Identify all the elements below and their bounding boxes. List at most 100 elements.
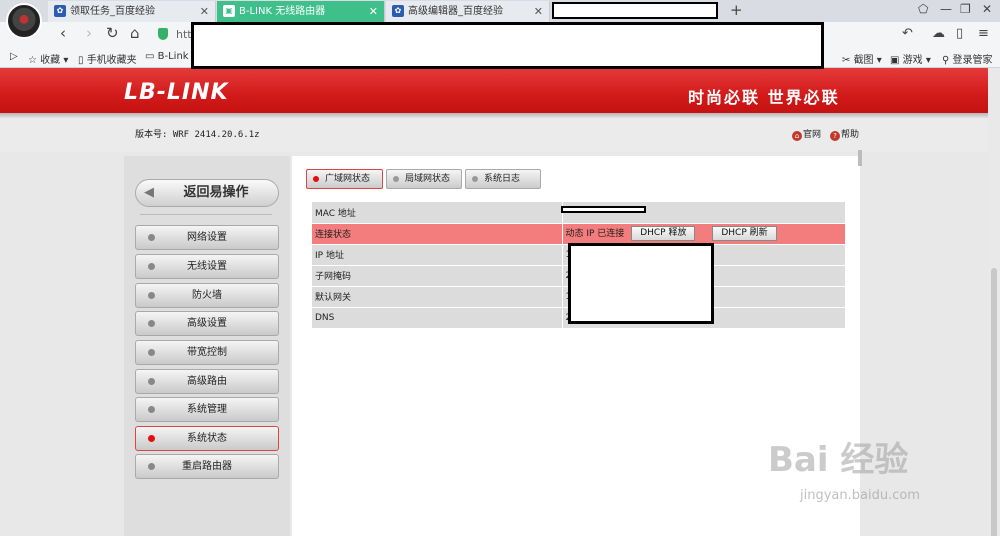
sidebar-item-label: 系统管理 — [187, 404, 227, 415]
sidebar-item-routing[interactable]: 高级路由 — [135, 369, 279, 394]
tab-lan-status[interactable]: 局域网状态 — [386, 169, 462, 189]
table-row: 连接状态 动态 IP 已连接 DHCP 释放 DHCP 刷新 — [312, 223, 845, 245]
tab-blink-router[interactable]: ▣ B-LINK 无线路由器 ✕ — [217, 1, 385, 22]
row-label: 子网掩码 — [312, 265, 563, 287]
bookmark-label: 手机收藏夹 — [86, 55, 137, 66]
bullet-icon — [148, 292, 155, 299]
security-shield-icon — [158, 28, 168, 40]
dhcp-release-button[interactable]: DHCP 释放 — [631, 226, 696, 241]
bookmark-favorites[interactable]: ☆ 收藏 ▾ — [28, 51, 68, 66]
row-label: 连接状态 — [312, 223, 563, 245]
bullet-icon — [148, 320, 155, 327]
bullet-icon — [148, 435, 155, 442]
bookmark-label: 截图 — [853, 55, 874, 66]
row-value: 动态 IP 已连接 DHCP 释放 DHCP 刷新 — [562, 223, 845, 245]
bullet-icon — [148, 463, 155, 470]
menu-icon[interactable]: ≡ — [978, 26, 989, 41]
bullet-icon — [148, 378, 155, 385]
tab-advanced-editor[interactable]: ✿ 高级编辑器_百度经验 ✕ — [386, 1, 550, 22]
undo-icon[interactable]: ↶ — [902, 26, 913, 41]
back-to-easy-mode-button[interactable]: ◀ 返回易操作 — [135, 179, 279, 207]
baidu-watermark: Bai 经验 — [768, 440, 909, 480]
minimize-icon[interactable]: — — [940, 2, 952, 16]
redacted-ip-values — [568, 243, 714, 324]
bullet-icon — [472, 176, 478, 182]
sidebar-item-label: 重启路由器 — [182, 461, 232, 472]
close-icon[interactable]: ✕ — [369, 1, 378, 22]
skin-icon[interactable]: ⬠ — [918, 2, 928, 16]
bullet-icon — [313, 176, 319, 182]
sidebar-item-reboot[interactable]: 重启路由器 — [135, 454, 279, 479]
bookmark-label: 游戏 — [902, 55, 923, 66]
tab-label: 高级编辑器_百度经验 — [408, 6, 503, 17]
connection-status-value: 动态 IP 已连接 — [565, 229, 625, 239]
sidebar-item-label: 高级设置 — [187, 318, 227, 329]
bookmark-label: 登录管家 — [952, 55, 993, 66]
help-link[interactable]: ? 帮助 — [830, 127, 859, 141]
bookmark-screenshot[interactable]: ✂ 截图 ▾ — [842, 51, 882, 66]
content-scrollbar[interactable] — [858, 150, 862, 166]
tab-label: 广域网状态 — [325, 174, 371, 184]
bullet-icon — [148, 406, 155, 413]
reload-icon[interactable]: ↻ — [106, 24, 119, 42]
dhcp-renew-button[interactable]: DHCP 刷新 — [712, 226, 777, 241]
avatar[interactable] — [6, 3, 42, 39]
firmware-version: 版本号: WRF 2414.20.6.1z — [135, 130, 260, 140]
redacted-mac — [561, 206, 646, 213]
url-text[interactable]: htt — [176, 28, 192, 41]
tab-label: 领取任务_百度经验 — [70, 6, 155, 17]
forward-icon[interactable]: › — [86, 24, 92, 42]
bookmark-blink[interactable]: ▭ B-Link — [145, 51, 189, 62]
tab-baidu-task[interactable]: ✿ 领取任务_百度经验 ✕ — [48, 1, 216, 22]
tab-system-log[interactable]: 系统日志 — [465, 169, 541, 189]
baidu-paw-icon: ✿ — [392, 5, 404, 17]
page-scrollbar[interactable] — [988, 68, 1000, 536]
sidebar-item-management[interactable]: 系统管理 — [135, 397, 279, 422]
close-icon[interactable]: ✕ — [200, 1, 209, 22]
official-site-link[interactable]: ⌂ 官网 — [792, 127, 821, 141]
home-icon: ⌂ — [792, 131, 802, 141]
bookmark-mobile[interactable]: ▯ 手机收藏夹 — [78, 51, 137, 66]
baidu-watermark-url: jingyan.baidu.com — [800, 488, 920, 503]
sidebar-item-firewall[interactable]: 防火墙 — [135, 283, 279, 308]
row-label: MAC 地址 — [312, 202, 563, 224]
bookmark-login[interactable]: ⚲ 登录管家 — [942, 51, 993, 66]
sidebar-item-advanced[interactable]: 高级设置 — [135, 311, 279, 336]
bullet-icon — [148, 349, 155, 356]
row-label: 默认网关 — [312, 286, 563, 308]
new-tab-icon[interactable]: + — [730, 1, 743, 19]
link-label: 官网 — [803, 130, 822, 140]
sidebar-item-network[interactable]: 网络设置 — [135, 225, 279, 250]
sidebar-item-label: 系统状态 — [187, 433, 227, 444]
sidebar-item-bandwidth[interactable]: 带宽控制 — [135, 340, 279, 365]
sidebar-item-label: 防火墙 — [192, 290, 222, 301]
redacted-tab — [552, 2, 718, 19]
help-icon: ? — [830, 131, 840, 141]
sidebar-item-wireless[interactable]: 无线设置 — [135, 254, 279, 279]
scrollbar-thumb[interactable] — [991, 268, 997, 536]
tab-wan-status[interactable]: 广域网状态 — [306, 169, 383, 189]
tab-label: B-LINK 无线路由器 — [239, 6, 326, 17]
bullet-icon — [148, 234, 155, 241]
sidebar-item-label: 带宽控制 — [187, 347, 227, 358]
back-icon[interactable]: ‹ — [60, 24, 66, 42]
sidebar-item-label: 网络设置 — [187, 232, 227, 243]
window-close-icon[interactable]: ✕ — [982, 2, 992, 16]
bookmark-games[interactable]: ▣ 游戏 ▾ — [890, 51, 931, 66]
page-icon: ▣ — [223, 5, 235, 17]
sidebar-item-label: 高级路由 — [187, 376, 227, 387]
close-icon[interactable]: ✕ — [534, 1, 543, 22]
brand-logo: LB-LINK — [124, 80, 229, 105]
row-label: IP 地址 — [312, 244, 563, 266]
phone-icon[interactable]: ▯ — [956, 26, 963, 41]
home-icon[interactable]: ⌂ — [130, 24, 140, 42]
cloud-icon[interactable]: ☁ — [932, 26, 945, 41]
sidebar-item-label: 无线设置 — [187, 261, 227, 272]
bookmark-label: B-Link — [157, 51, 189, 62]
restore-icon[interactable]: ❐ — [960, 2, 971, 16]
browser-tab-bar: ✿ 领取任务_百度经验 ✕ ▣ B-LINK 无线路由器 ✕ ✿ 高级编辑器_百… — [0, 0, 1000, 22]
tab-label: 系统日志 — [484, 174, 521, 184]
expand-icon[interactable]: ▷ — [10, 51, 18, 62]
button-label: 返回易操作 — [183, 185, 249, 200]
sidebar-item-status[interactable]: 系统状态 — [135, 426, 279, 451]
